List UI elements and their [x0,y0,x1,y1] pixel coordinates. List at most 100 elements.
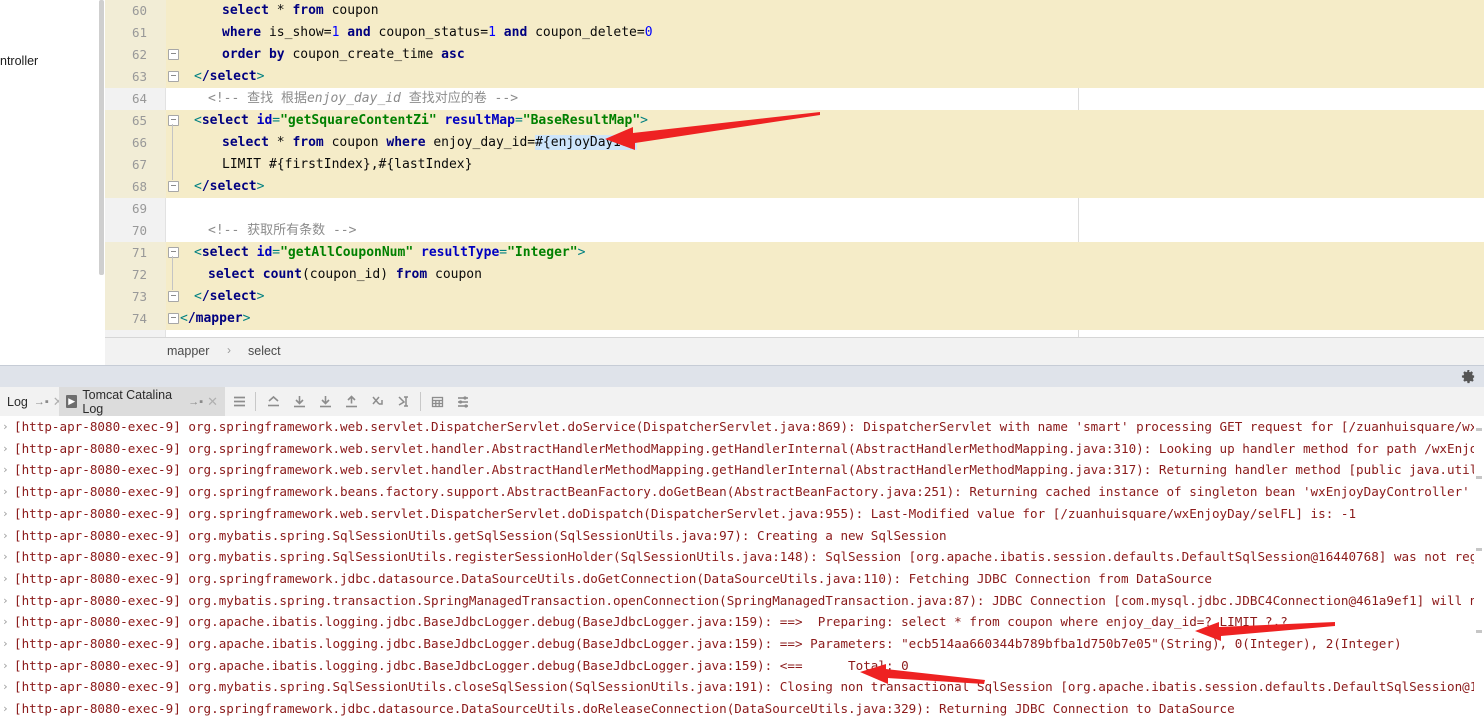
code-line[interactable]: 61 where is_show=1 and coupon_status=1 an… [105,22,1484,44]
tab-tomcat-catalina-log[interactable]: ▶ Tomcat Catalina Log →▪ ✕ [59,387,225,416]
code-text[interactable]: </select> [194,176,264,198]
editor-area: ntroller 60 select * from coupon 61 where i… [0,0,1484,366]
settings-sliders-icon[interactable] [455,393,472,410]
expand-chevron-icon[interactable]: › [2,546,9,568]
expand-chevron-icon[interactable]: › [2,611,9,633]
ide-window: ntroller 60 select * from coupon 61 where i… [0,0,1484,722]
code-line[interactable]: 67 LIMIT #{firstIndex},#{lastIndex} [105,154,1484,176]
code-line[interactable]: 62 order by coupon_create_time asc [105,44,1484,66]
log-line[interactable]: › [http-apr-8080-exec-9] org.mybatis.spri… [0,676,1484,698]
log-line[interactable]: › [http-apr-8080-exec-9] org.mybatis.spri… [0,590,1484,612]
log-line[interactable]: › [http-apr-8080-exec-9] org.apache.ibati… [0,611,1484,633]
log-line[interactable]: › [http-apr-8080-exec-9] org.apache.ibati… [0,655,1484,677]
code-line[interactable]: 69 [105,198,1484,220]
menu-icon[interactable] [231,393,248,410]
code-line[interactable]: 64 <!-- 查找 根据enjoy_day_id 查找对应的卷 --> [105,88,1484,110]
code-line[interactable]: 60 select * from coupon [105,0,1484,22]
breadcrumb-item-mapper[interactable]: mapper [167,344,209,358]
expand-chevron-icon[interactable]: › [2,503,9,525]
fold-toggle-icon[interactable] [167,44,179,66]
soft-wrap-icon[interactable] [265,393,282,410]
code-text[interactable]: LIMIT #{firstIndex},#{lastIndex} [222,154,472,176]
code-line[interactable]: 73 </select> [105,286,1484,308]
code-text[interactable]: <!-- 获取所有条数 --> [208,220,356,242]
fold-toggle-icon[interactable] [167,66,179,88]
expand-chevron-icon[interactable]: › [2,416,9,438]
code-text[interactable]: select * from coupon [222,0,379,22]
code-text[interactable]: <!-- 查找 根据enjoy_day_id 查找对应的卷 --> [208,88,518,110]
log-marker-rail[interactable] [1474,416,1484,722]
breadcrumb[interactable]: mapper › select [105,337,1484,366]
code-text[interactable]: <select id="getSquareContentZi" resultMa… [194,110,648,132]
log-line-text: [http-apr-8080-exec-9] org.springframewo… [14,462,1484,478]
fold-toggle-icon[interactable] [167,176,179,198]
code-text[interactable]: select count(coupon_id) from coupon [208,264,482,286]
code-text[interactable]: </select> [194,286,264,308]
tab-tomcat-catalina-log-label: Tomcat Catalina Log [82,387,173,416]
code-text[interactable]: where is_show=1 and coupon_status=1 and … [222,22,653,44]
line-number: 62 [131,47,147,62]
close-icon[interactable]: ✕ [207,394,218,410]
code-line[interactable]: 68 </select> [105,176,1484,198]
log-line-text: [http-apr-8080-exec-9] org.springframewo… [14,701,1235,717]
block-highlight [166,176,1484,198]
project-tree-item[interactable]: ntroller [0,54,38,68]
project-pane-scrollbar[interactable] [99,0,104,275]
code-text[interactable]: </mapper> [180,308,250,330]
code-line[interactable]: 63 </select> [105,66,1484,88]
expand-chevron-icon[interactable]: › [2,481,9,503]
log-line[interactable]: › [http-apr-8080-exec-9] org.springframew… [0,568,1484,590]
log-line[interactable]: › [http-apr-8080-exec-9] org.springframew… [0,416,1484,438]
clear-all-icon[interactable] [369,393,386,410]
log-line[interactable]: › [http-apr-8080-exec-9] org.springframew… [0,459,1484,481]
next-occurrence-icon[interactable] [395,393,412,410]
code-text[interactable]: select * from coupon where enjoy_day_id=… [222,132,637,154]
project-tool-window[interactable]: ntroller [0,0,106,337]
code-line[interactable]: 74 </mapper> [105,308,1484,330]
log-line[interactable]: › [http-apr-8080-exec-9] org.springframew… [0,481,1484,503]
scroll-to-end-icon[interactable] [291,393,308,410]
pin-icon[interactable]: →▪ [188,396,203,408]
fold-toggle-icon[interactable] [167,286,179,308]
expand-chevron-icon[interactable]: › [2,590,9,612]
expand-chevron-icon[interactable]: › [2,698,9,720]
code-line[interactable]: 66 select * from coupon where enjoy_day_i… [105,132,1484,154]
log-line[interactable]: › [http-apr-8080-exec-9] org.mybatis.spri… [0,525,1484,547]
expand-chevron-icon[interactable]: › [2,655,9,677]
log-output[interactable]: › [http-apr-8080-exec-9] org.springframew… [0,416,1484,722]
line-number: 72 [131,267,147,282]
block-highlight [166,286,1484,308]
breadcrumb-item-select[interactable]: select [248,344,281,358]
log-line[interactable]: › [http-apr-8080-exec-9] org.mybatis.spri… [0,546,1484,568]
line-number: 65 [131,113,147,128]
code-text[interactable]: order by coupon_create_time asc [222,44,465,66]
expand-chevron-icon[interactable]: › [2,459,9,481]
fold-toggle-icon[interactable] [167,308,179,330]
fold-toggle-icon[interactable] [167,110,179,132]
code-text[interactable]: <select id="getAllCouponNum" resultType=… [194,242,585,264]
code-line[interactable]: 70 <!-- 获取所有条数 --> [105,220,1484,242]
tab-log[interactable]: Log →▪ ✕ [0,387,64,416]
code-line[interactable]: 71 <select id="getAllCouponNum" resultTyp… [105,242,1484,264]
log-toolbar: Log →▪ ✕ ▶ Tomcat Catalina Log →▪ ✕ [0,387,1484,417]
expand-chevron-icon[interactable]: › [2,525,9,547]
code-line[interactable]: 65 <select id="getSquareContentZi" result… [105,110,1484,132]
print-icon[interactable] [429,393,446,410]
log-line[interactable]: › [http-apr-8080-exec-9] org.apache.ibati… [0,633,1484,655]
expand-chevron-icon[interactable]: › [2,676,9,698]
code-editor[interactable]: 60 select * from coupon 61 where is_show=1 … [105,0,1484,337]
gear-icon[interactable] [1461,369,1476,384]
log-line-text: [http-apr-8080-exec-9] org.mybatis.sprin… [14,527,947,543]
download-icon[interactable] [317,393,334,410]
expand-chevron-icon[interactable]: › [2,438,9,460]
expand-chevron-icon[interactable]: › [2,633,9,655]
log-line[interactable]: › [http-apr-8080-exec-9] org.springframew… [0,438,1484,460]
expand-chevron-icon[interactable]: › [2,568,9,590]
log-line[interactable]: › [http-apr-8080-exec-9] org.springframew… [0,698,1484,720]
pin-icon[interactable]: →▪ [34,396,49,408]
log-line[interactable]: › [http-apr-8080-exec-9] org.springframew… [0,503,1484,525]
code-line[interactable]: 72 select count(coupon_id) from coupon [105,264,1484,286]
code-text[interactable]: </select> [194,66,264,88]
upload-icon[interactable] [343,393,360,410]
fold-toggle-icon[interactable] [167,242,179,264]
